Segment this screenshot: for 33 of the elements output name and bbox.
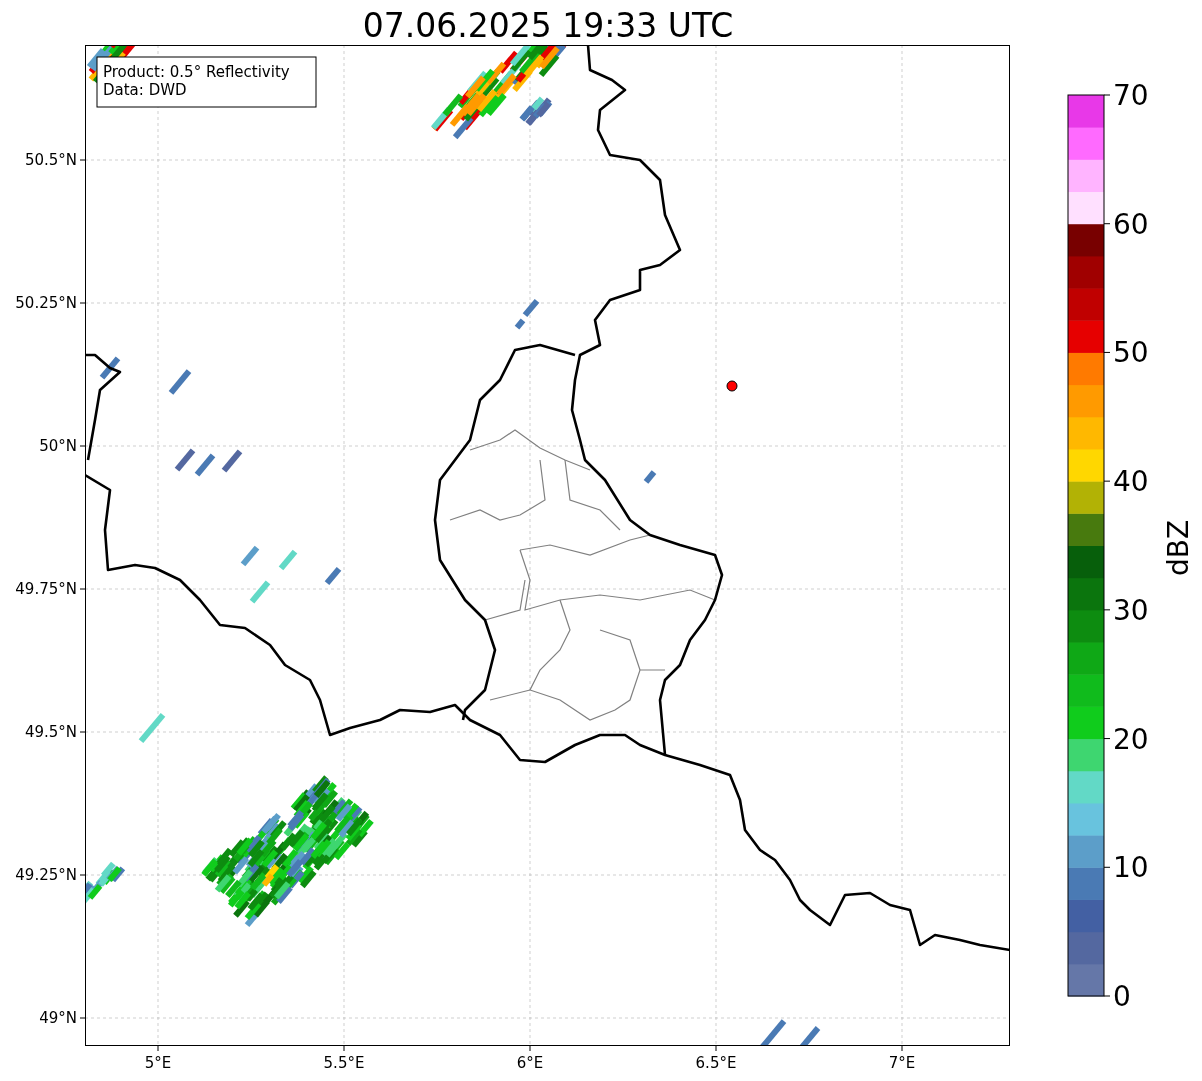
colorbar-tick-label: 40	[1113, 465, 1149, 499]
info-text: Product: 0.5° Reflectivity	[103, 63, 290, 81]
longitude-label: 5.5°E	[323, 1054, 365, 1072]
latitude-label: 49.25°N	[15, 866, 77, 884]
tick-mark	[1103, 609, 1111, 611]
colorbar-label: dBZ	[1162, 519, 1195, 577]
colorbar-tick-label: 60	[1113, 207, 1149, 241]
longitude-label: 6.5°E	[695, 1054, 737, 1072]
tick-mark	[1103, 351, 1111, 353]
colorbar-tick-label: 30	[1113, 593, 1149, 627]
colorbar-tick-label: 50	[1113, 336, 1149, 370]
colorbar-tick-label: 70	[1113, 79, 1149, 112]
latitude-label: 50.25°N	[15, 294, 77, 312]
latitude-label: 49.5°N	[24, 723, 77, 741]
tick-mark	[1103, 480, 1111, 482]
tick-mark	[1103, 995, 1111, 997]
colorbar-tick-label: 20	[1113, 722, 1149, 756]
colorbar-tick-label: 0	[1113, 980, 1131, 1013]
tick-mark	[1103, 738, 1111, 740]
tick-mark	[1103, 866, 1111, 868]
info-text: Data: DWD	[103, 81, 187, 99]
longitude-label: 7°E	[888, 1054, 916, 1072]
tick-mark	[1103, 94, 1111, 96]
latitude-label: 49.75°N	[15, 580, 77, 598]
radar-station-marker	[726, 380, 738, 392]
latitude-label: 49°N	[39, 1009, 77, 1027]
colorbar-tick-label: 10	[1113, 851, 1149, 885]
latitude-label: 50°N	[39, 437, 77, 455]
tick-mark	[1103, 223, 1111, 225]
latitude-label: 50.5°N	[24, 151, 77, 169]
longitude-label: 5°E	[144, 1054, 172, 1072]
chart-title: 07.06.2025 19:33 UTC	[362, 6, 734, 45]
longitude-label: 6°E	[516, 1054, 544, 1072]
